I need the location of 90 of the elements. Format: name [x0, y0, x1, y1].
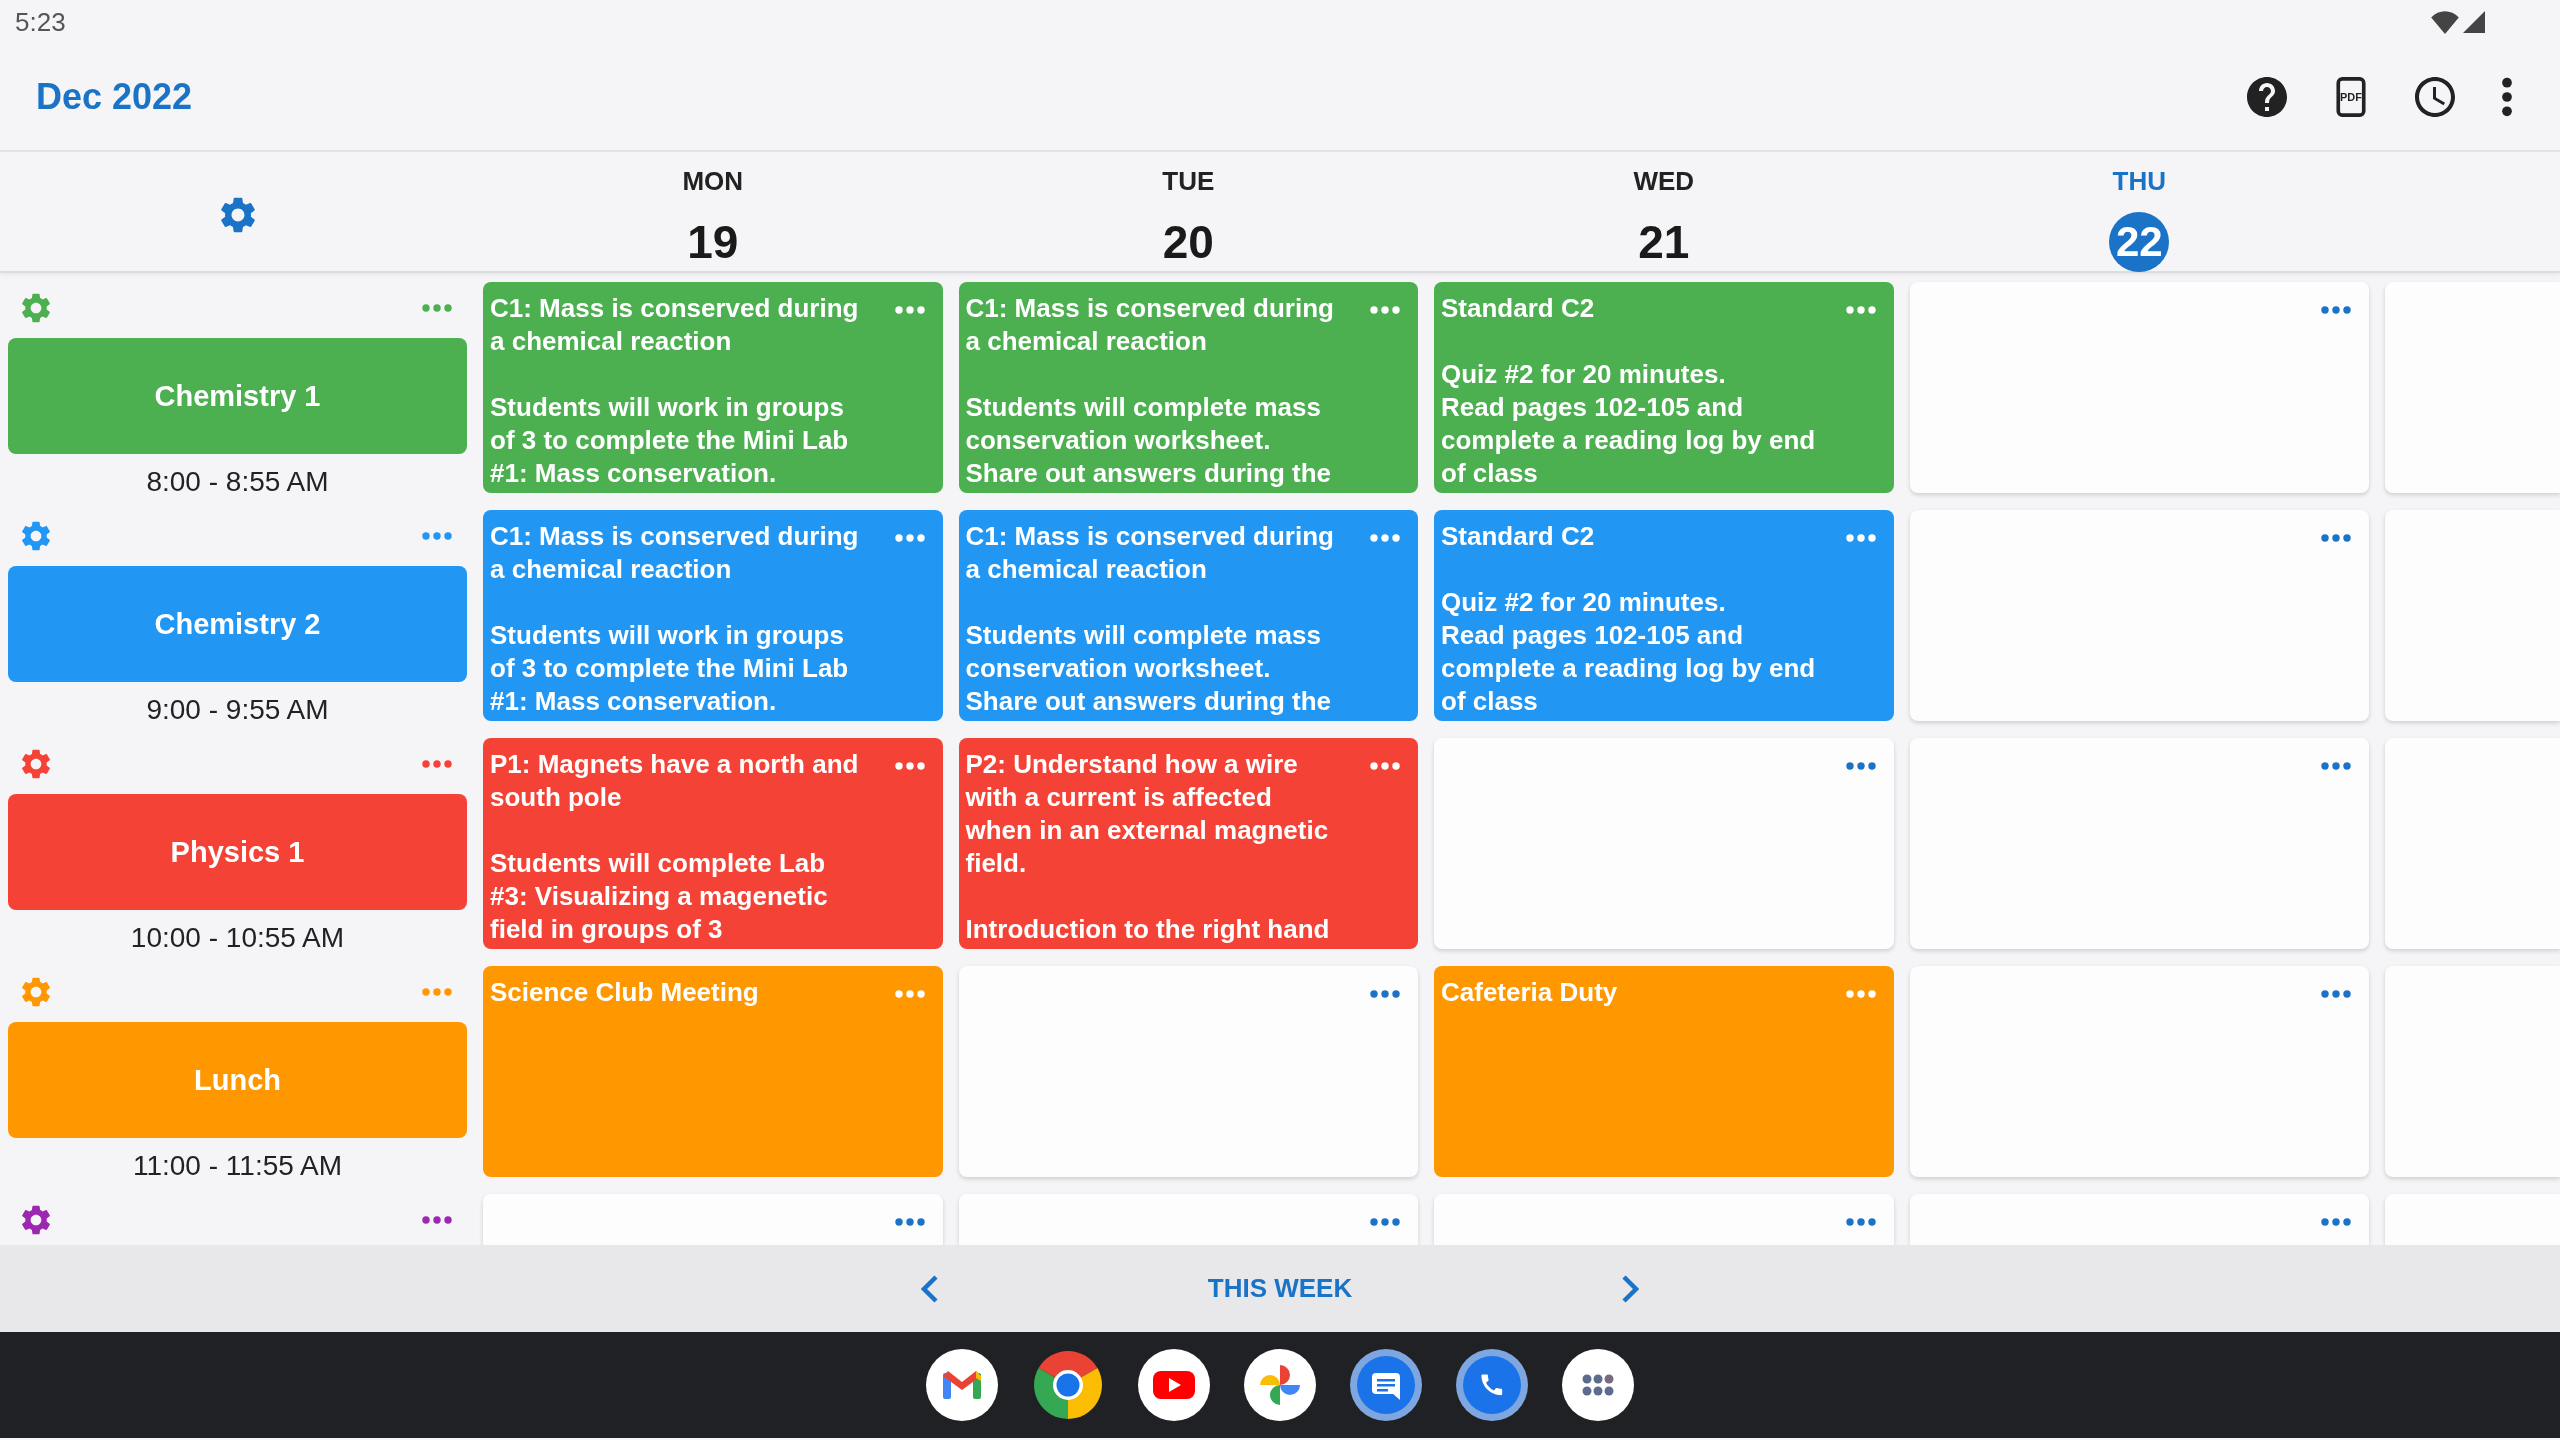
- lesson-title: Science Club Meeting: [490, 976, 760, 1009]
- message-icon[interactable]: [1350, 1349, 1422, 1421]
- lesson-notes: Students will work in groups of 3 to complete the Mini Lab #1: Mass conservation.: [490, 391, 850, 490]
- lesson-title: Standard C2: [1441, 520, 1596, 553]
- more-icon[interactable]: [1370, 762, 1400, 770]
- month-title[interactable]: Dec 2022: [36, 76, 193, 118]
- more-icon[interactable]: [2321, 990, 2351, 998]
- class-time: 8:00 - 8:55 AM: [145, 465, 330, 499]
- lesson-notes: Introduction to the right hand: [965, 913, 1331, 946]
- status-time: 5:23: [15, 6, 66, 38]
- class-time: 11:00 - 11:55 AM: [131, 1149, 344, 1183]
- clock-icon[interactable]: [2415, 77, 2455, 117]
- more-icon[interactable]: [2321, 1218, 2351, 1226]
- class-button[interactable]: Physics 1: [8, 794, 467, 910]
- lesson-card[interactable]: C1: Mass is conserved during a chemical reaction Students will work in groups of 3 to complete the Mini Lab #1: Mass conservation.: [483, 282, 943, 493]
- lesson-notes: Students will complete Lab #3: Visualizing a magenetic field in groups of 3: [490, 847, 829, 946]
- day-date: 21: [1638, 215, 1690, 270]
- lesson-card[interactable]: C1: Mass is conserved during a chemical reaction Students will work in groups of 3 to complete the Mini Lab #1: Mass conservation.: [483, 510, 943, 721]
- lesson-card[interactable]: Science Club Meeting: [483, 966, 943, 1177]
- more-icon[interactable]: [1845, 306, 1876, 314]
- day-date: 20: [1162, 215, 1214, 270]
- day-name: THU: [2112, 165, 2166, 197]
- class-button[interactable]: Chemistry 1: [8, 338, 467, 454]
- chevron-left-icon: [920, 1273, 939, 1304]
- settings-icon[interactable]: [22, 1205, 50, 1235]
- class-button[interactable]: Chemistry 2: [8, 566, 467, 682]
- settings-icon[interactable]: [220, 197, 255, 233]
- app-grid-icon[interactable]: [1562, 1349, 1634, 1421]
- lesson-notes: Quiz #2 for 20 minutes.: [1441, 358, 1727, 391]
- more-icon[interactable]: [422, 760, 452, 768]
- wifi-icon: [2431, 10, 2459, 34]
- lesson-card[interactable]: C1: Mass is conserved during a chemical reaction Students will complete mass conservation worksheet. Share out answers during the: [958, 510, 1418, 721]
- lesson-card[interactable]: Standard C2 Quiz #2 for 20 minutes. Read pages 102-105 and complete a reading log by end of class: [1434, 510, 1894, 721]
- lesson-notes: Students will complete mass conservation worksheet. Share out answers during the: [965, 619, 1332, 718]
- day-name: MON: [682, 165, 744, 197]
- more-icon[interactable]: [1370, 990, 1400, 998]
- browser-icon[interactable]: [1032, 1349, 1104, 1421]
- day-date: 19: [687, 215, 739, 270]
- lesson-card[interactable]: C1: Mass is conserved during a chemical reaction Students will complete mass conservation worksheet. Share out answers during the: [958, 282, 1418, 493]
- more-icon[interactable]: [1370, 306, 1400, 314]
- more-icon[interactable]: [2321, 762, 2351, 770]
- pinwheel-icon[interactable]: [1244, 1349, 1316, 1421]
- lesson-title: C1: Mass is conserved during a chemical reaction: [965, 520, 1335, 586]
- lesson-title: P2: Understand how a wire with a current is affected when in an external magnetic field.: [965, 748, 1330, 880]
- lesson-notes: Read pages 102-105 and complete a reading log by end of class: [1441, 619, 1817, 718]
- help-icon[interactable]: [2247, 77, 2287, 117]
- lesson-title: C1: Mass is conserved during a chemical reaction: [490, 292, 860, 358]
- phone-icon[interactable]: [1456, 1349, 1528, 1421]
- more-icon[interactable]: [1370, 534, 1400, 542]
- more-icon[interactable]: [1845, 762, 1876, 770]
- lesson-notes: Quiz #2 for 20 minutes.: [1441, 586, 1727, 619]
- more-icon[interactable]: [894, 762, 925, 770]
- lesson-card[interactable]: P1: Magnets have a north and south pole Students will complete Lab #3: Visualizing a magenetic field in groups of 3: [483, 738, 943, 949]
- more-icon[interactable]: [1845, 1218, 1876, 1226]
- settings-icon[interactable]: [22, 521, 50, 551]
- lesson-title: P1: Magnets have a north and south pole: [490, 748, 860, 814]
- mail-icon[interactable]: [926, 1349, 998, 1421]
- chevron-right-icon: [1621, 1273, 1640, 1304]
- settings-icon[interactable]: [22, 293, 50, 323]
- more-icon[interactable]: [894, 534, 925, 542]
- more-icon[interactable]: [422, 1216, 452, 1224]
- more-icon[interactable]: [422, 532, 452, 540]
- lesson-title: C1: Mass is conserved during a chemical reaction: [965, 292, 1335, 358]
- more-icon[interactable]: [2321, 306, 2351, 314]
- lesson-card[interactable]: P2: Understand how a wire with a current is affected when in an external magnetic field. Introduction to the right hand: [958, 738, 1418, 949]
- class-button[interactable]: Lunch: [8, 1022, 467, 1138]
- more-icon[interactable]: [894, 1218, 925, 1226]
- more-icon[interactable]: [2321, 534, 2351, 542]
- settings-icon[interactable]: [22, 749, 50, 779]
- lesson-title: Cafeteria Duty: [1441, 976, 1619, 1009]
- class-time: 9:00 - 9:55 AM: [145, 693, 330, 727]
- lesson-notes: Read pages 102-105 and complete a reading log by end of class: [1441, 391, 1817, 490]
- more-vertical-icon[interactable]: [2499, 77, 2515, 117]
- video-play-icon[interactable]: [1138, 1349, 1210, 1421]
- lesson-card[interactable]: Standard C2 Quiz #2 for 20 minutes. Read pages 102-105 and complete a reading log by end of class: [1434, 282, 1894, 493]
- more-icon[interactable]: [1845, 534, 1876, 542]
- more-icon[interactable]: [894, 306, 925, 314]
- signal-icon: [2463, 11, 2485, 33]
- day-date: 22: [2109, 212, 2170, 272]
- lesson-title: Standard C2: [1441, 292, 1596, 325]
- day-name: TUE: [1162, 165, 1215, 197]
- more-icon[interactable]: [1370, 1218, 1400, 1226]
- class-time: 10:00 - 10:55 AM: [129, 921, 346, 955]
- lesson-card[interactable]: Cafeteria Duty: [1434, 966, 1894, 1177]
- lesson-notes: Students will work in groups of 3 to complete the Mini Lab #1: Mass conservation.: [490, 619, 850, 718]
- lesson-title: C1: Mass is conserved during a chemical reaction: [490, 520, 860, 586]
- lesson-notes: Students will complete mass conservation worksheet. Share out answers during the: [965, 391, 1332, 490]
- day-name: WED: [1633, 165, 1695, 197]
- this-week-button[interactable]: THIS WEEK: [1207, 1273, 1353, 1304]
- more-icon[interactable]: [422, 304, 452, 312]
